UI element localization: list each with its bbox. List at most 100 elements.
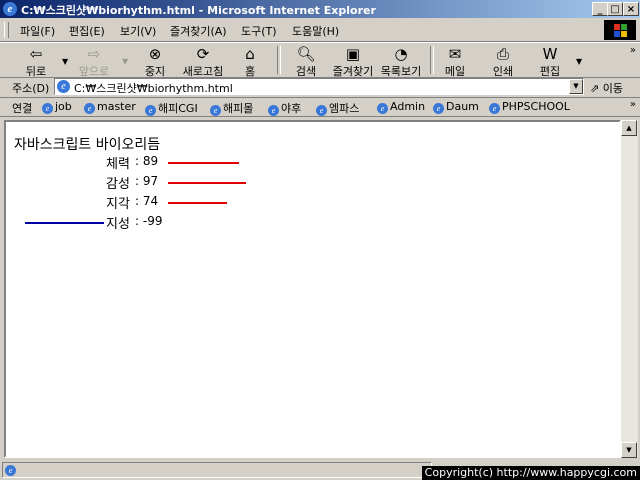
link-happymall[interactable]: e 해피몰 — [210, 100, 253, 116]
menu-favorites[interactable]: 즐겨찾기(A) — [170, 23, 227, 39]
home-icon: ⌂ — [245, 45, 255, 63]
link-happycgi[interactable]: e 해피CGI — [145, 100, 198, 116]
menu-edit[interactable]: 편집(E) — [69, 23, 105, 39]
edit-dropdown-icon[interactable]: ▼ — [576, 57, 582, 66]
history-icon: ◔ — [394, 45, 408, 63]
back-arrow-icon: ⇦ — [29, 45, 43, 63]
stop-button[interactable]: ⊗ 중지 — [138, 45, 172, 79]
link-page-icon: e — [42, 103, 53, 114]
back-dropdown-icon[interactable]: ▼ — [62, 57, 68, 66]
bio-value: : 89 — [135, 154, 158, 168]
page-title: 자바스크립트 바이오리듬 — [14, 137, 161, 153]
mail-icon: ✉ — [448, 45, 462, 63]
link-page-icon: e — [489, 103, 500, 114]
search-button[interactable]: 🔍︎ 검색 — [288, 45, 324, 79]
bio-label: 감성 — [106, 177, 130, 192]
search-icon: 🔍︎ — [296, 45, 316, 63]
address-label: 주소(D) — [12, 82, 50, 95]
link-job[interactable]: e job — [42, 100, 72, 114]
bio-number: 74 — [142, 194, 159, 208]
title-bar: e C:₩스크린샷₩biorhythm.html - Microsoft Int… — [0, 0, 640, 18]
ie-icon: e — [3, 2, 17, 16]
bio-label: 지성 — [106, 217, 130, 232]
bio-value: : -99 — [135, 214, 162, 228]
print-icon: ⎙ — [496, 45, 509, 63]
vertical-scrollbar[interactable]: ▲ ▼ — [621, 120, 638, 458]
link-master[interactable]: e master — [84, 100, 136, 114]
link-page-icon: e — [210, 105, 221, 116]
forward-button[interactable]: ⇨ 앞으로 — [76, 45, 112, 79]
close-button[interactable]: × — [623, 2, 639, 16]
menu-view[interactable]: 보기(V) — [120, 23, 156, 39]
bio-bar — [168, 202, 228, 204]
links-label: 연결 — [12, 102, 33, 115]
address-url[interactable]: C:₩스크린샷₩biorhythm.html — [74, 80, 233, 96]
links-chevron-icon[interactable]: » — [630, 99, 636, 110]
refresh-icon: ⟳ — [196, 45, 210, 63]
menu-grip — [4, 22, 9, 38]
bio-colon: : — [135, 214, 143, 228]
edit-document-icon: W — [542, 45, 558, 63]
bio-colon: : — [135, 174, 143, 188]
windows-logo-icon — [604, 20, 636, 40]
print-button[interactable]: ⎙ 인쇄 — [488, 45, 518, 79]
toolbar-separator — [277, 46, 281, 74]
home-button[interactable]: ⌂ 홈 — [236, 45, 264, 79]
page-content: 자바스크립트 바이오리듬 체력: 89 감성: 97 지각: 74 지성: -99 — [4, 120, 621, 458]
link-page-icon: e — [268, 105, 279, 116]
link-page-icon: e — [316, 105, 327, 116]
page-icon: e — [57, 80, 70, 93]
mail-button[interactable]: ✉ 메일 — [440, 45, 470, 79]
link-page-icon: e — [433, 103, 444, 114]
bio-label: 지각 — [106, 197, 130, 212]
minimize-button[interactable]: _ — [592, 2, 608, 16]
address-input[interactable]: e C:₩스크린샷₩biorhythm.html ▼ — [54, 78, 584, 95]
link-empas[interactable]: e 엠파스 — [316, 100, 359, 116]
go-arrow-icon: ⇗ — [590, 82, 600, 95]
bio-value: : 74 — [135, 194, 158, 208]
link-phpschool[interactable]: e PHPSCHOOL — [489, 100, 570, 114]
toolbar-separator — [430, 46, 434, 74]
link-daum[interactable]: e Daum — [433, 100, 479, 114]
forward-dropdown-icon[interactable]: ▼ — [122, 57, 128, 66]
bio-number: -99 — [142, 214, 163, 228]
bio-colon: : — [135, 154, 143, 168]
edit-button[interactable]: W 편집 — [535, 45, 565, 79]
link-page-icon: e — [84, 103, 95, 114]
copyright-banner: Copyright(c) http://www.happycgi.com — [421, 466, 640, 480]
bio-bar — [168, 182, 246, 184]
maximize-button[interactable]: □ — [607, 2, 623, 16]
scroll-down-icon[interactable]: ▼ — [621, 442, 637, 458]
link-admin[interactable]: e Admin — [377, 100, 425, 114]
history-button[interactable]: ◔ 목록보기 — [378, 45, 424, 79]
address-dropdown-icon[interactable]: ▼ — [569, 79, 583, 94]
standard-toolbar: ⇦ 뒤로 ▼ ⇨ 앞으로 ▼ ⊗ 중지 ⟳ 새로고침 ⌂ 홈 🔍︎ 검색 ▣ 즐… — [0, 42, 640, 78]
stop-icon: ⊗ — [148, 45, 162, 63]
window-title: C:₩스크린샷₩biorhythm.html - Microsoft Inter… — [21, 4, 376, 17]
status-text-cell: e — [2, 462, 432, 478]
favorites-button[interactable]: ▣ 즐겨찾기 — [330, 45, 376, 79]
bio-value: : 97 — [135, 174, 158, 188]
bio-colon: : — [135, 194, 143, 208]
toolbar-chevron-icon[interactable]: » — [630, 45, 636, 56]
bio-number: 89 — [142, 154, 159, 168]
links-bar: 연결 e job e master e 해피CGI e 해피몰 e 야후 e 엠파스 e Ad… — [0, 98, 640, 117]
link-page-icon: e — [377, 103, 388, 114]
bio-bar — [24, 222, 104, 224]
forward-arrow-icon: ⇨ — [87, 45, 101, 63]
link-page-icon: e — [145, 105, 156, 116]
bio-label: 체력 — [106, 157, 130, 172]
status-page-icon: e — [5, 465, 16, 476]
address-bar: 주소(D) e C:₩스크린샷₩biorhythm.html ▼ ⇗ 이동 — [0, 77, 640, 98]
bio-number: 97 — [142, 174, 159, 188]
go-button[interactable]: ⇗ 이동 — [590, 80, 623, 96]
back-button[interactable]: ⇦ 뒤로 — [18, 45, 54, 79]
menu-bar: 파일(F) 편집(E) 보기(V) 즐겨찾기(A) 도구(T) 도움말(H) — [0, 19, 640, 42]
scroll-up-icon[interactable]: ▲ — [621, 120, 637, 136]
link-yahoo[interactable]: e 야후 — [268, 100, 301, 116]
bio-bar — [168, 162, 240, 164]
refresh-button[interactable]: ⟳ 새로고침 — [178, 45, 228, 79]
menu-file[interactable]: 파일(F) — [20, 23, 55, 39]
menu-tools[interactable]: 도구(T) — [241, 23, 277, 39]
menu-help[interactable]: 도움말(H) — [292, 23, 339, 39]
